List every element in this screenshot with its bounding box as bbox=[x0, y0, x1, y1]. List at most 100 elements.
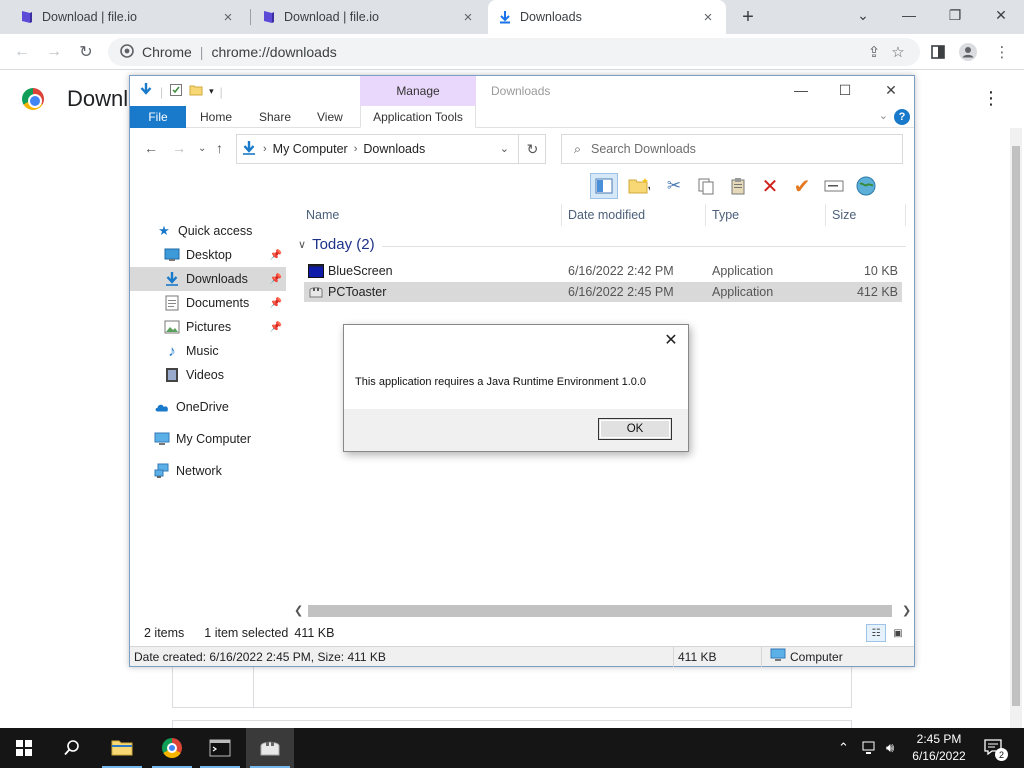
file-row-bluescreen[interactable]: BlueScreen 6/16/2022 2:42 PM Application… bbox=[304, 261, 902, 281]
search-input[interactable]: ⌕ Search Downloads bbox=[561, 134, 903, 164]
sidebar-item-network[interactable]: Network bbox=[130, 459, 286, 483]
pin-icon[interactable]: 📌 bbox=[270, 322, 282, 333]
back-button[interactable]: ← bbox=[10, 40, 34, 64]
tab-view[interactable]: View bbox=[303, 106, 357, 128]
cut-icon[interactable]: ✂ bbox=[660, 173, 688, 199]
preview-pane-icon[interactable] bbox=[590, 173, 618, 199]
new-tab-button[interactable]: + bbox=[737, 6, 759, 28]
close-icon[interactable]: × bbox=[700, 9, 716, 26]
tab-downloads[interactable]: Downloads × bbox=[488, 0, 726, 34]
close-icon[interactable]: ✕ bbox=[662, 331, 680, 349]
start-button[interactable] bbox=[0, 728, 48, 768]
breadcrumb-chevron-icon[interactable]: › bbox=[263, 143, 267, 155]
page-scrollbar[interactable] bbox=[1010, 128, 1022, 728]
tab-home[interactable]: Home bbox=[186, 106, 246, 128]
scrollbar-thumb[interactable] bbox=[308, 605, 892, 617]
column-header-size[interactable]: Size bbox=[826, 204, 906, 226]
tab-application-tools[interactable]: Application Tools bbox=[360, 106, 476, 128]
bookmark-star-icon[interactable]: ☆ bbox=[888, 42, 908, 62]
pin-icon[interactable]: 📌 bbox=[270, 250, 282, 261]
chrome-menu-icon[interactable]: ⋮ bbox=[992, 42, 1012, 62]
new-folder-icon[interactable] bbox=[189, 83, 203, 100]
share-icon[interactable]: ⇪ bbox=[864, 42, 884, 62]
file-row-pctoaster[interactable]: PCToaster 6/16/2022 2:45 PM Application … bbox=[304, 282, 902, 302]
expand-ribbon-chevron-icon[interactable]: ⌄ bbox=[879, 109, 888, 122]
checkmark-icon[interactable]: ✔ bbox=[788, 173, 816, 199]
volume-icon[interactable]: 🔊︎ bbox=[886, 728, 894, 768]
ok-button[interactable]: OK bbox=[598, 418, 672, 440]
paste-icon[interactable] bbox=[724, 173, 752, 199]
scroll-left-arrow-icon[interactable]: ❮ bbox=[294, 604, 303, 617]
back-arrow-icon[interactable]: ← bbox=[144, 140, 158, 156]
scrollbar-thumb[interactable] bbox=[1012, 146, 1020, 706]
chrome-taskbar-button[interactable] bbox=[148, 728, 196, 768]
network-tray-icon[interactable] bbox=[862, 728, 878, 768]
column-header-date-modified[interactable]: Date modified bbox=[562, 204, 706, 226]
sidebar-item-quick-access[interactable]: ★ Quick access bbox=[130, 219, 286, 243]
tab-share[interactable]: Share bbox=[245, 106, 305, 128]
tab-manage[interactable]: Manage bbox=[360, 76, 476, 106]
search-button[interactable] bbox=[48, 728, 96, 768]
group-header-today[interactable]: ∨ Today (2) bbox=[298, 236, 375, 253]
forward-arrow-icon[interactable]: → bbox=[172, 140, 186, 156]
minimize-button[interactable]: — bbox=[786, 80, 816, 100]
tab-file-io-2[interactable]: Download | file.io × bbox=[252, 0, 486, 34]
refresh-button[interactable]: ↻ bbox=[518, 134, 546, 164]
sidebar-item-documents[interactable]: Documents 📌 bbox=[130, 291, 286, 315]
up-arrow-icon[interactable]: ↑ bbox=[216, 140, 223, 156]
page-menu-icon[interactable]: ⋮ bbox=[982, 88, 1000, 109]
reload-button[interactable]: ↻ bbox=[74, 40, 98, 64]
close-icon[interactable]: × bbox=[220, 9, 236, 26]
side-panel-icon[interactable] bbox=[928, 42, 948, 62]
sidebar-item-desktop[interactable]: Desktop 📌 bbox=[130, 243, 286, 267]
address-bar[interactable]: Chrome | chrome://downloads bbox=[108, 38, 920, 66]
tab-file[interactable]: File bbox=[130, 106, 186, 128]
command-prompt-taskbar-button[interactable] bbox=[196, 728, 244, 768]
close-window-button[interactable]: ✕ bbox=[978, 0, 1024, 30]
details-view-icon[interactable]: ☷ bbox=[866, 624, 886, 642]
show-hidden-icons-chevron-icon[interactable]: ⌃ bbox=[838, 728, 849, 768]
sidebar-item-music[interactable]: ♪ Music bbox=[130, 339, 286, 363]
recent-locations-chevron-icon[interactable]: ⌄ bbox=[198, 143, 206, 154]
column-header-type[interactable]: Type bbox=[706, 204, 826, 226]
restore-button[interactable]: ❐ bbox=[932, 0, 978, 30]
collapse-chevron-icon[interactable]: ∨ bbox=[298, 238, 306, 251]
scroll-right-arrow-icon[interactable]: ❯ bbox=[902, 604, 911, 617]
breadcrumb-chevron-icon[interactable]: › bbox=[354, 143, 358, 155]
help-icon[interactable]: ? bbox=[894, 109, 910, 125]
sidebar-item-videos[interactable]: Videos bbox=[130, 363, 286, 387]
close-icon[interactable]: × bbox=[460, 9, 476, 26]
breadcrumb[interactable]: › My Computer › Downloads ⌄ bbox=[236, 134, 546, 164]
tab-search-chevron-icon[interactable]: ⌄ bbox=[840, 0, 886, 30]
delete-icon[interactable]: ✕ bbox=[756, 173, 784, 199]
file-explorer-taskbar-button[interactable] bbox=[98, 728, 146, 768]
new-folder-icon[interactable]: ▾ bbox=[622, 173, 656, 199]
properties-icon[interactable] bbox=[169, 83, 183, 100]
large-icons-view-icon[interactable]: ▣ bbox=[888, 624, 908, 642]
sidebar-item-downloads[interactable]: Downloads 📌 bbox=[130, 267, 286, 291]
customize-toolbar-icon[interactable]: ▾ bbox=[209, 86, 214, 97]
address-history-chevron-icon[interactable]: ⌄ bbox=[500, 142, 509, 155]
sidebar-item-my-computer[interactable]: My Computer bbox=[130, 427, 286, 451]
close-window-button[interactable]: ✕ bbox=[876, 80, 906, 100]
column-header-name[interactable]: Name bbox=[300, 204, 562, 226]
notifications-button[interactable]: 2 bbox=[984, 728, 1008, 768]
breadcrumb-my-computer[interactable]: My Computer bbox=[273, 142, 348, 156]
sidebar-item-pictures[interactable]: Pictures 📌 bbox=[130, 315, 286, 339]
internet-globe-icon[interactable] bbox=[852, 173, 880, 199]
system-clock[interactable]: 2:45 PM 6/16/2022 bbox=[900, 731, 978, 765]
rename-icon[interactable] bbox=[820, 173, 848, 199]
pctoaster-taskbar-button[interactable] bbox=[246, 728, 294, 768]
forward-button[interactable]: → bbox=[42, 40, 66, 64]
horizontal-scrollbar[interactable]: ❮ ❯ bbox=[292, 604, 914, 618]
minimize-button[interactable]: — bbox=[886, 0, 932, 30]
copy-icon[interactable] bbox=[692, 173, 720, 199]
sidebar-item-onedrive[interactable]: OneDrive bbox=[130, 395, 286, 419]
pin-icon[interactable]: 📌 bbox=[270, 274, 282, 285]
tab-file-io-1[interactable]: Download | file.io × bbox=[10, 0, 246, 34]
profile-avatar-icon[interactable] bbox=[958, 42, 978, 62]
download-folder-icon[interactable] bbox=[138, 82, 154, 101]
pin-icon[interactable]: 📌 bbox=[270, 298, 282, 309]
maximize-button[interactable]: ☐ bbox=[830, 80, 860, 100]
breadcrumb-downloads[interactable]: Downloads bbox=[363, 142, 425, 156]
